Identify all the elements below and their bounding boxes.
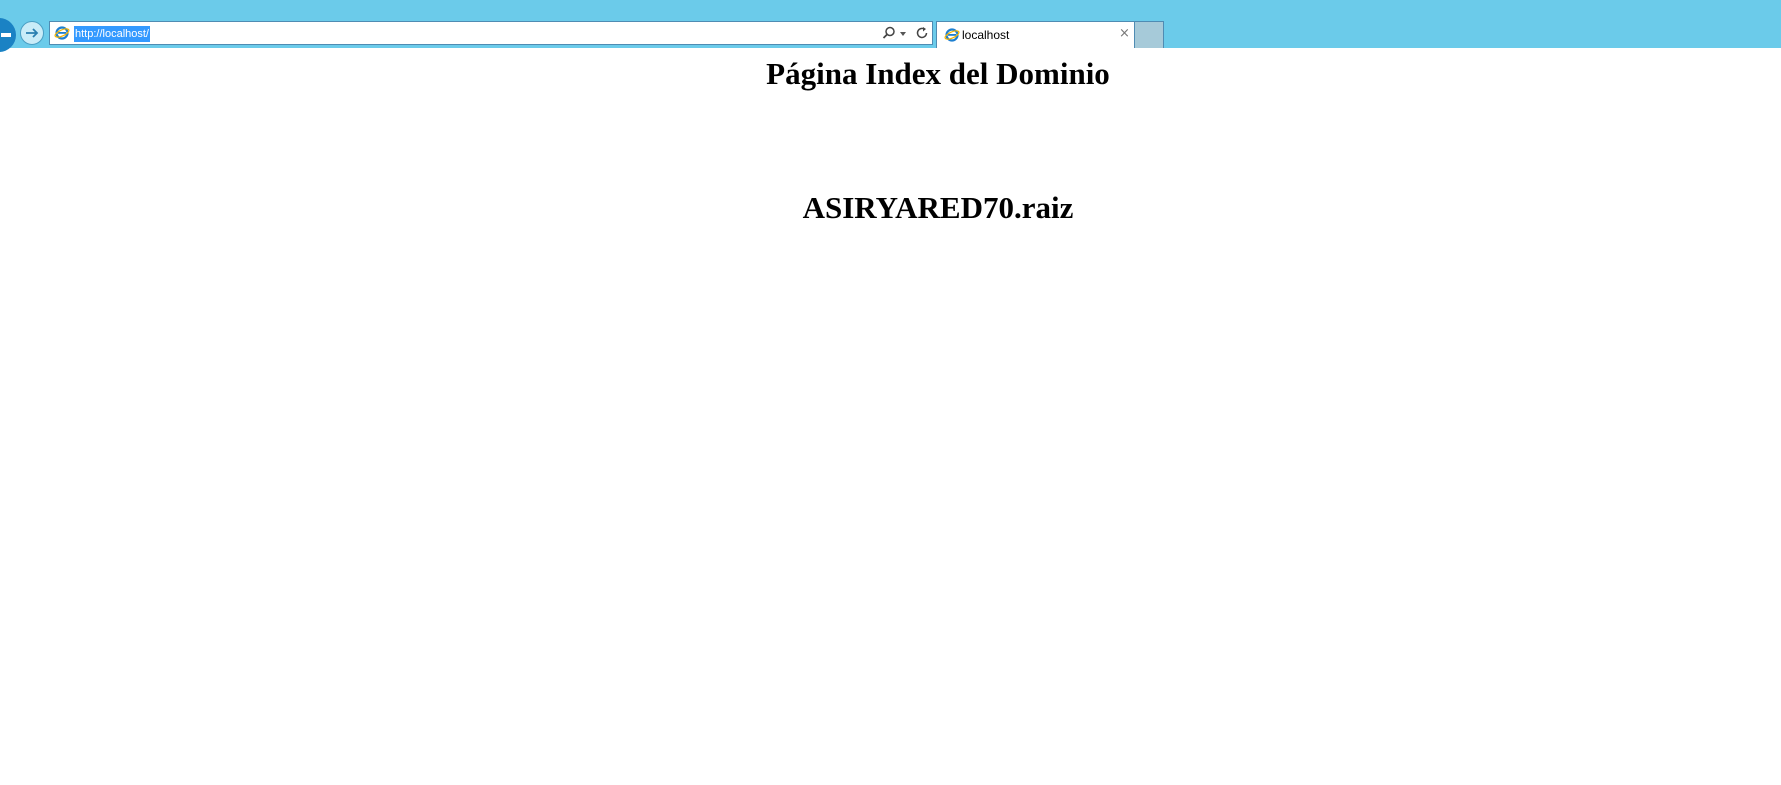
search-icon[interactable] bbox=[882, 26, 896, 40]
tab-label: localhost bbox=[962, 28, 1010, 42]
back-button[interactable] bbox=[0, 18, 16, 52]
browser-toolbar: http://localhost/ localhost × bbox=[0, 0, 1781, 52]
domain-heading: ASIRYARED70.raiz bbox=[802, 190, 1074, 225]
forward-button[interactable] bbox=[20, 21, 44, 45]
page-content: Página Index del Dominio ASIRYARED70.rai… bbox=[0, 48, 1781, 785]
ie-tab-icon bbox=[944, 28, 960, 42]
new-tab-button[interactable] bbox=[1135, 21, 1164, 48]
back-arrow-icon bbox=[1, 33, 11, 37]
refresh-icon[interactable] bbox=[915, 26, 929, 40]
page-title: Página Index del Dominio bbox=[766, 56, 1110, 91]
chevron-down-icon[interactable] bbox=[900, 32, 906, 36]
address-url[interactable]: http://localhost/ bbox=[74, 26, 150, 42]
ie-page-icon bbox=[54, 26, 70, 40]
tab-localhost[interactable]: localhost × bbox=[936, 21, 1135, 48]
forward-arrow-icon bbox=[26, 28, 39, 38]
address-bar[interactable]: http://localhost/ bbox=[49, 21, 933, 45]
close-icon[interactable]: × bbox=[1119, 26, 1130, 42]
